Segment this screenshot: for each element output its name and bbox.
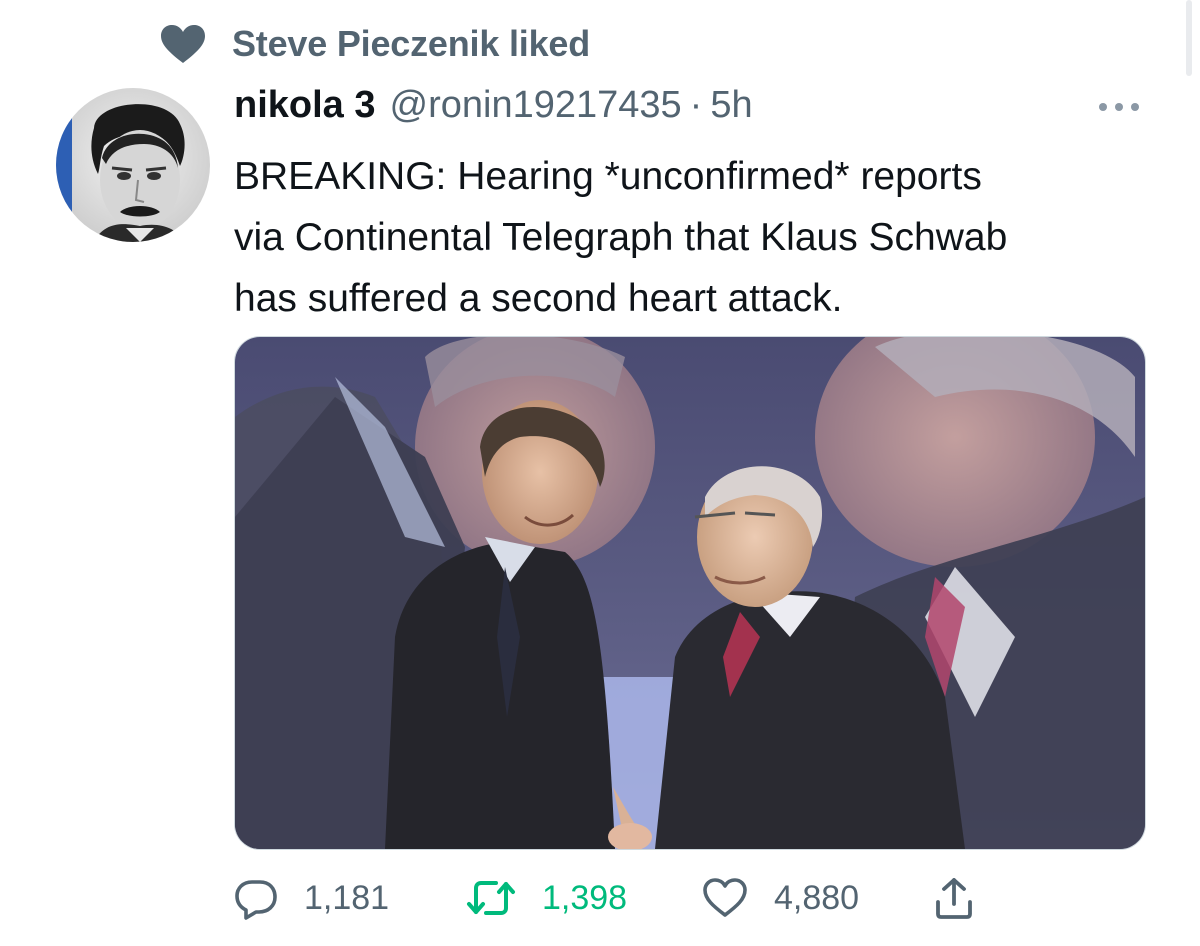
tweet-text-line: via Continental Telegraph that Klaus Sch… [234,216,1008,259]
heart-icon [161,25,205,63]
reply-count: 1,181 [304,878,390,917]
more-options-icon[interactable] [1096,97,1142,117]
photo-image [235,337,1145,849]
avatar[interactable] [56,88,210,242]
author-display-name[interactable]: nikola 3 [234,84,376,127]
share-button[interactable] [934,870,974,926]
reply-icon [235,880,277,920]
tweet-text-line: BREAKING: Hearing *unconfirmed* reports [234,155,982,198]
retweet-count: 1,398 [542,878,628,917]
reply-button[interactable]: 1,181 [234,870,389,926]
scrollbar[interactable] [1186,0,1192,76]
tweet-header: nikola 3 @ronin19217435 · 5h [234,84,753,136]
like-count: 4,880 [774,878,860,917]
like-icon [703,878,747,917]
social-context-text: Steve Pieczenik liked [232,23,590,64]
tweet-text: BREAKING: Hearing *unconfirmed* reports … [234,146,1164,329]
tweet-actions: 1,181 1,398 4,880 [234,870,994,926]
retweet-button[interactable]: 1,398 [466,870,627,926]
like-button[interactable]: 4,880 [702,870,859,926]
author-handle[interactable]: @ronin19217435 [390,84,682,127]
tweet-timestamp[interactable]: 5h [710,84,752,127]
tweet-text-line: has suffered a second heart attack. [234,277,843,320]
retweet-icon [467,881,515,915]
separator-dot: · [689,84,703,126]
avatar-image [56,88,210,242]
tweet-photo[interactable] [234,336,1146,850]
share-icon [936,878,972,919]
social-context[interactable]: Steve Pieczenik liked [160,22,590,66]
